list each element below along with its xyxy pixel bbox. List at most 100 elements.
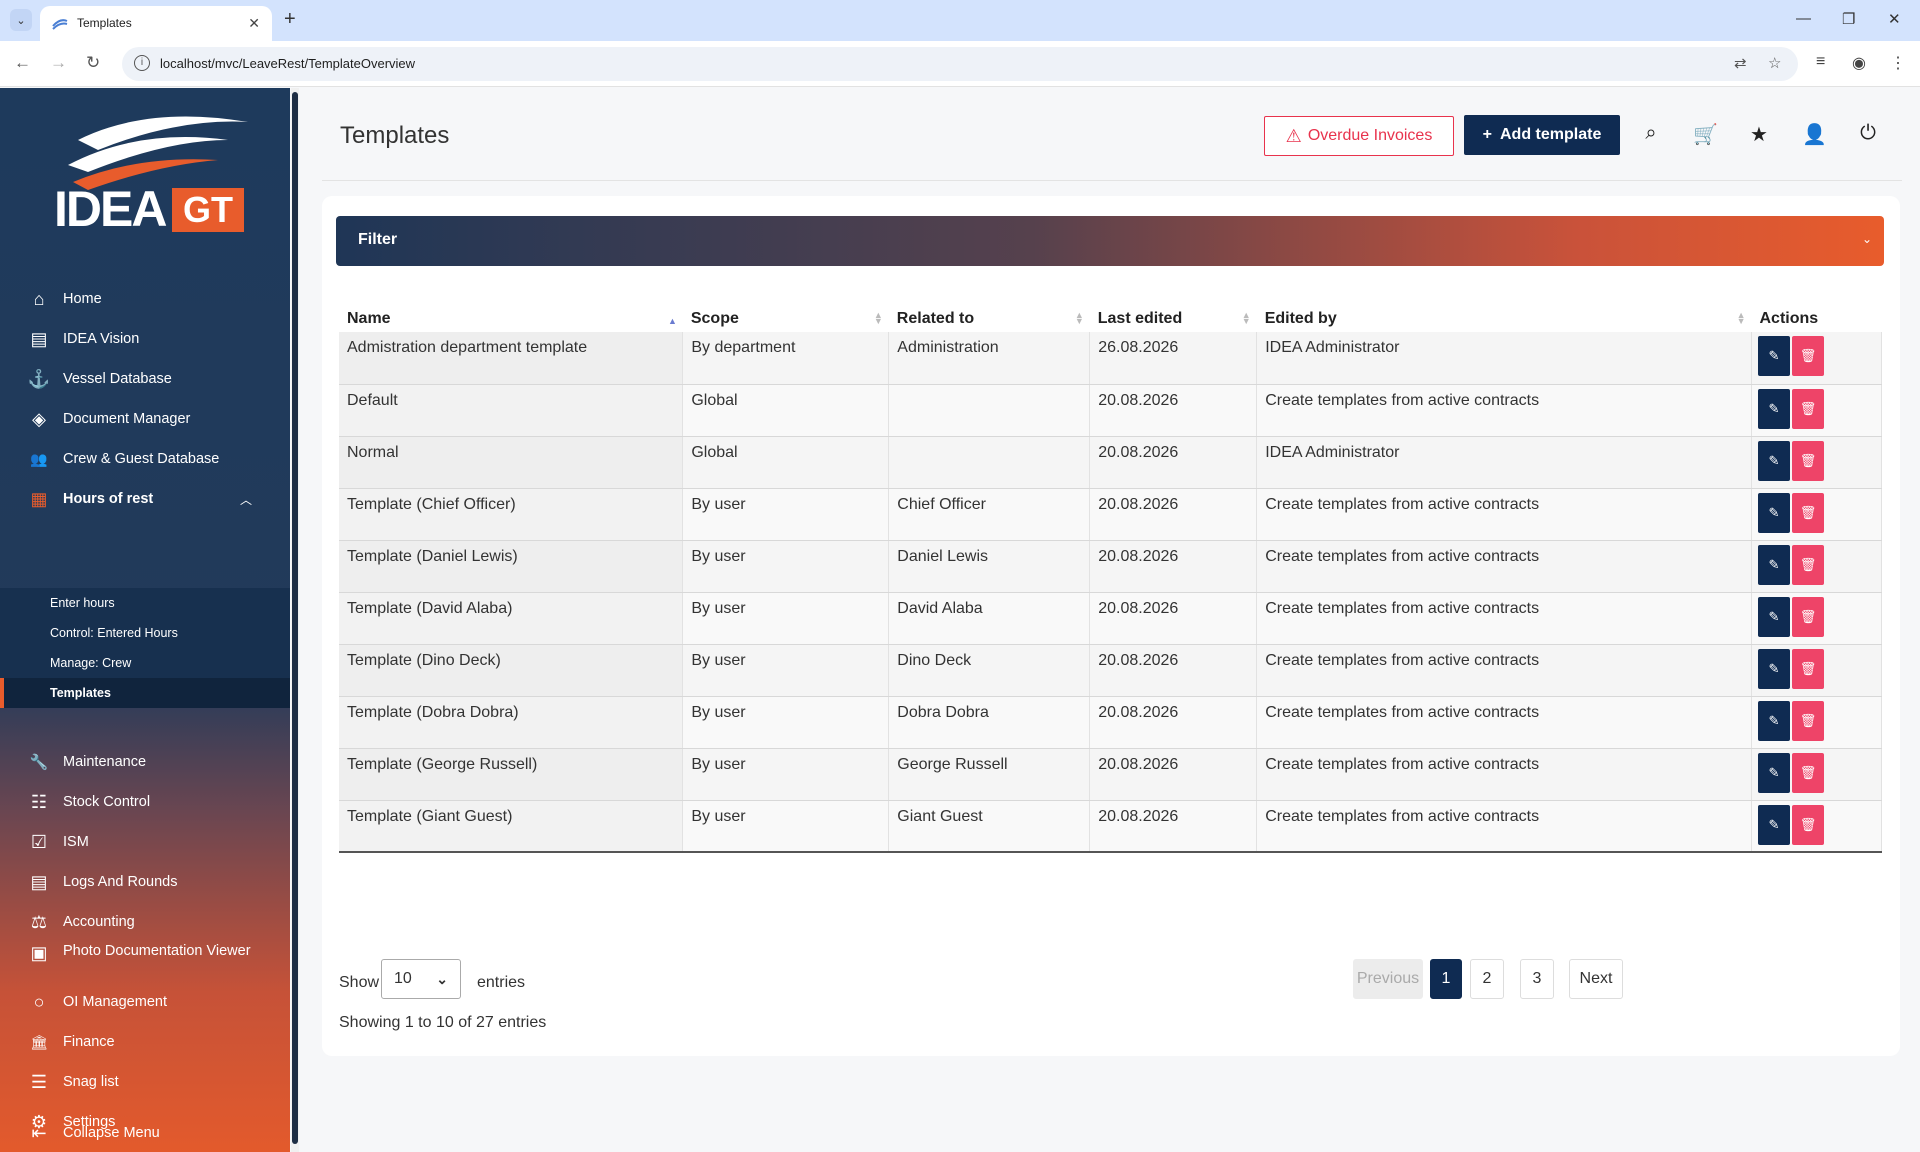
cell-related-to: Dino Deck	[888, 644, 1091, 697]
pagination-next[interactable]: Next	[1569, 959, 1623, 999]
sidebar-item-crew-guest-database[interactable]: 👥 Crew & Guest Database	[0, 443, 290, 475]
sidebar-item-logs-and-rounds[interactable]: ▤ Logs And Rounds	[0, 866, 290, 898]
cell-actions: ✎ 🗑	[1751, 644, 1883, 697]
edit-icon[interactable]: ✎	[1757, 752, 1790, 793]
edit-icon[interactable]: ✎	[1757, 492, 1790, 533]
cell-last-edited: 20.08.2026	[1089, 696, 1258, 749]
star-icon[interactable]: ★	[1747, 122, 1771, 147]
edit-icon[interactable]: ✎	[1757, 440, 1790, 481]
sidebar-item-snag-list[interactable]: ☰ Snag list	[0, 1066, 290, 1098]
column-header-last-edited[interactable]: Last edited ▲ ▼	[1090, 296, 1257, 332]
browser-tab[interactable]: Templates ✕	[40, 6, 272, 41]
pagination-previous[interactable]: Previous	[1353, 959, 1423, 999]
search-icon[interactable]: ⌕	[1639, 122, 1663, 145]
cell-scope: By user	[682, 592, 890, 645]
cell-scope: By user	[682, 748, 890, 801]
submenu-item-enter-hours[interactable]: Enter hours	[0, 588, 290, 618]
forward-button[interactable]: →	[50, 53, 67, 73]
edit-icon[interactable]: ✎	[1757, 804, 1790, 845]
url-text[interactable]: localhost/mvc/LeaveRest/TemplateOverview	[160, 56, 415, 71]
chevron-down-icon: ⌄	[436, 971, 448, 987]
submenu-item-templates[interactable]: Templates	[0, 678, 290, 708]
edit-icon[interactable]: ✎	[1757, 596, 1790, 637]
sidebar-item-accounting[interactable]: ⚖ Accounting	[0, 906, 290, 938]
page-title: Templates	[340, 122, 450, 149]
sidebar-scrollbar[interactable]	[291, 88, 299, 1152]
trash-icon[interactable]: 🗑	[1791, 700, 1824, 741]
add-template-button[interactable]: + Add template	[1464, 115, 1620, 155]
table-body: Admistration department template By depar…	[339, 332, 1883, 853]
user-icon[interactable]: 👤	[1802, 122, 1827, 147]
sort-icon: ▲ ▼	[1736, 310, 1746, 326]
column-header-scope[interactable]: Scope ▲ ▼	[683, 296, 889, 332]
sidebar-item-maintenance[interactable]: 🔧 Maintenance	[0, 746, 290, 778]
browser-menu-icon[interactable]: ⋮	[1890, 53, 1906, 73]
pagination-page-2[interactable]: 2	[1470, 959, 1504, 999]
trash-icon[interactable]: 🗑	[1791, 492, 1824, 533]
table-row: Template (Dino Deck) By user Dino Deck 20.0…	[339, 644, 1883, 697]
edit-icon[interactable]: ✎	[1757, 648, 1790, 689]
reload-button[interactable]: ↻	[86, 53, 100, 73]
sort-icon: ▲ ▼	[873, 310, 883, 326]
sidebar-item-ism[interactable]: ☑ ISM	[0, 826, 290, 858]
pagination-page-3[interactable]: 3	[1520, 959, 1554, 999]
submenu-item-manage-crew[interactable]: Manage: Crew	[0, 648, 290, 678]
column-header-name[interactable]: Name ▲	[339, 296, 683, 332]
hours-of-rest-submenu: Enter hours Control: Entered Hours Manag…	[0, 588, 290, 708]
add-template-label: Add template	[1500, 126, 1602, 143]
column-header-related-to[interactable]: Related to ▲ ▼	[889, 296, 1090, 332]
edit-icon[interactable]: ✎	[1757, 336, 1790, 376]
site-info-icon[interactable]: i	[134, 55, 150, 71]
trash-icon[interactable]: 🗑	[1791, 388, 1824, 429]
restore-button[interactable]: ❐	[1842, 10, 1855, 28]
sidebar-item-home[interactable]: ⌂ Home	[0, 283, 290, 315]
sidebar-item-oi-management[interactable]: ○ OI Management	[0, 986, 290, 1018]
bookmark-star-icon[interactable]: ☆	[1768, 54, 1781, 72]
profile-icon[interactable]: ◉	[1852, 53, 1866, 73]
cell-edited-by: Create templates from active contracts	[1256, 644, 1752, 697]
sidebar-item-label: ISM	[63, 834, 89, 850]
cart-icon[interactable]: 🛒	[1693, 122, 1718, 147]
trash-icon[interactable]: 🗑	[1791, 596, 1824, 637]
sidebar-item-idea-vision[interactable]: ▤ IDEA Vision	[0, 323, 290, 355]
sidebar-item-stock-control[interactable]: ☷ Stock Control	[0, 786, 290, 818]
pagination-page-1[interactable]: 1	[1430, 959, 1462, 999]
scrollbar-thumb[interactable]	[292, 92, 298, 1144]
idea-gt-logo[interactable]: IDEA GT	[50, 108, 250, 243]
submenu-item-control-entered-hours[interactable]: Control: Entered Hours	[0, 618, 290, 648]
new-tab-button[interactable]: +	[284, 9, 296, 29]
sidebar-item-finance[interactable]: 🏛 Finance	[0, 1026, 290, 1058]
trash-icon[interactable]: 🗑	[1791, 804, 1824, 845]
trash-icon[interactable]: 🗑	[1791, 752, 1824, 793]
tab-close-icon[interactable]: ✕	[248, 15, 260, 32]
trash-icon[interactable]: 🗑	[1791, 544, 1824, 585]
sidebar-item-document-manager[interactable]: ◈ Document Manager	[0, 403, 290, 435]
calendar-icon: ▦	[30, 488, 48, 509]
power-icon[interactable]: ⏻	[1856, 122, 1880, 145]
cell-related-to: Giant Guest	[888, 800, 1091, 853]
translate-icon[interactable]: ⇄	[1734, 54, 1747, 72]
minimize-button[interactable]: —	[1796, 10, 1811, 27]
edit-icon[interactable]: ✎	[1757, 544, 1790, 585]
filter-panel-header[interactable]: Filter ⌄	[336, 216, 1884, 266]
sidebar-item-photo-documentation-viewer[interactable]: ▣ Photo Documentation Viewer	[0, 941, 290, 987]
address-bar[interactable]: i localhost/mvc/LeaveRest/TemplateOvervi…	[122, 47, 1798, 81]
photo-icon: ▣	[30, 943, 48, 963]
collapse-menu-button[interactable]: ⇤ Collapse Menu	[0, 1117, 290, 1149]
column-header-edited-by[interactable]: Edited by ▲ ▼	[1257, 296, 1752, 332]
page-length-select[interactable]: 10 ⌄	[381, 959, 461, 999]
show-label: Show	[339, 974, 380, 991]
back-button[interactable]: ←	[14, 53, 31, 73]
close-window-button[interactable]: ✕	[1888, 10, 1901, 28]
media-control-icon[interactable]: ≡	[1816, 53, 1825, 71]
chevron-down-icon[interactable]: ⌄	[1862, 232, 1872, 246]
tab-search-button[interactable]: ⌄	[10, 9, 32, 31]
trash-icon[interactable]: 🗑	[1791, 648, 1824, 689]
edit-icon[interactable]: ✎	[1757, 388, 1790, 429]
sidebar-item-vessel-database[interactable]: ⚓ Vessel Database	[0, 363, 290, 395]
trash-icon[interactable]: 🗑	[1791, 336, 1824, 376]
edit-icon[interactable]: ✎	[1757, 700, 1790, 741]
overdue-invoices-button[interactable]: ⚠ Overdue Invoices	[1264, 116, 1454, 156]
sidebar-item-hours-of-rest[interactable]: ▦ Hours of rest ︿	[0, 483, 290, 515]
trash-icon[interactable]: 🗑	[1791, 440, 1824, 481]
